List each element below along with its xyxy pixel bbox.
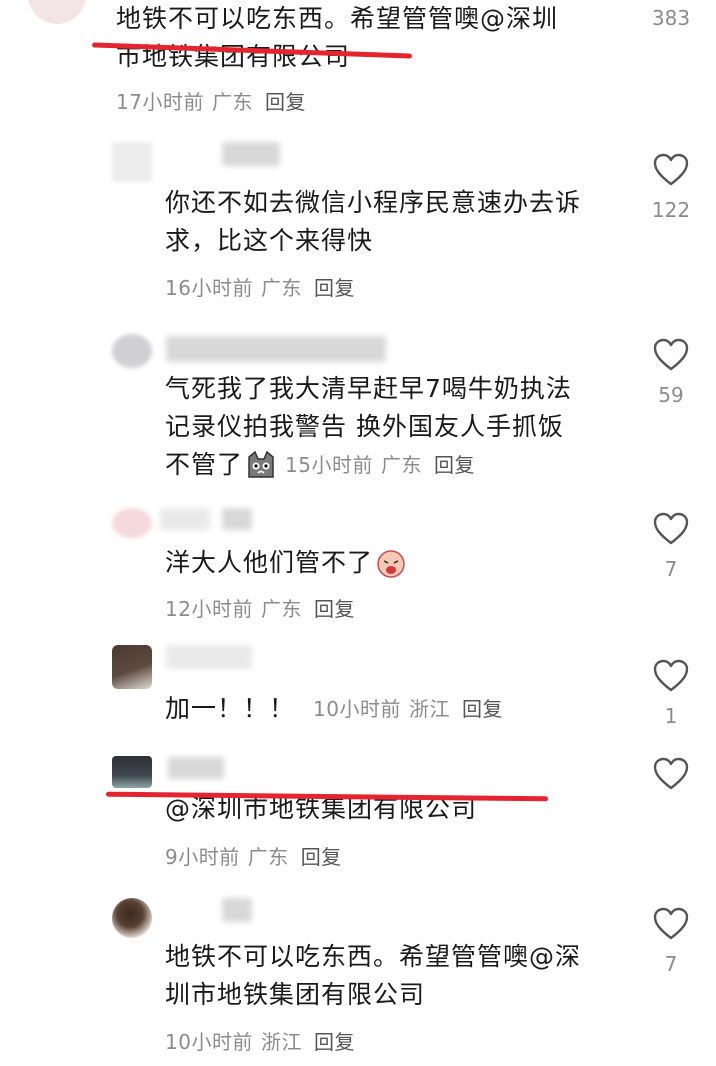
like-count: 7 [664, 557, 678, 581]
like-count: 1 [664, 704, 678, 728]
heart-outline-icon[interactable] [653, 907, 689, 941]
comment-text-line: 洋大人他们管不了 [165, 548, 374, 577]
comment-time: 15小时前 [285, 453, 373, 477]
comment-location: 浙江 [408, 697, 450, 721]
comment-time: 17小时前 [116, 90, 204, 114]
comment-meta: 15小时前 广东 回复 [285, 446, 475, 484]
comment-text-line: 地铁不可以吃东西。希望管管噢@深圳 [116, 4, 559, 33]
avatar[interactable] [112, 142, 152, 182]
comment-location: 广东 [260, 597, 302, 621]
comment-text-line: 不管了 [165, 450, 244, 479]
comment-location: 广东 [380, 453, 422, 477]
heart-outline-icon[interactable] [653, 757, 689, 791]
comment-text: 地铁不可以吃东西。希望管管噢@深圳 市地铁集团有限公司 [116, 0, 636, 76]
avatar[interactable] [112, 508, 152, 538]
like-count: 122 [651, 198, 691, 222]
comment-text-line: 求，比这个来得快 [165, 226, 374, 255]
comment-text-line: 圳市地铁集团有限公司 [165, 980, 426, 1009]
heart-outline-icon[interactable] [653, 338, 689, 372]
comment-text: 洋大人他们管不了 [165, 544, 625, 582]
comment-location: 广东 [260, 276, 302, 300]
comment-text-line: 地铁不可以吃东西。希望管管噢@深 [165, 942, 582, 971]
reply-button[interactable]: 回复 [301, 845, 342, 869]
like-count: 59 [658, 383, 684, 407]
comment-time: 10小时前 [313, 697, 401, 721]
comment-text: 地铁不可以吃东西。希望管管噢@深 圳市地铁集团有限公司 [165, 938, 625, 1014]
username-blurred[interactable] [166, 645, 252, 669]
reply-button[interactable]: 回复 [314, 1030, 355, 1054]
avatar[interactable] [28, 0, 86, 24]
comment-meta: 10小时前 浙江 回复 [313, 690, 503, 728]
reply-button[interactable]: 回复 [462, 697, 503, 721]
comment-text-line: 不管了 15小时前 广东 回复 [165, 446, 635, 484]
reply-button[interactable]: 回复 [265, 90, 306, 114]
heart-outline-icon[interactable] [653, 659, 689, 693]
comment-text-line: 加一！！！ [165, 694, 296, 723]
username-blurred[interactable] [160, 508, 210, 530]
comment-text-line: 你还不如去微信小程序民意速办去诉 [165, 188, 582, 217]
comment-time: 10小时前 [165, 1030, 253, 1054]
comment-time: 16小时前 [165, 276, 253, 300]
comment-location: 广东 [211, 90, 253, 114]
comment-meta: 16小时前 广东 回复 [165, 272, 355, 301]
avatar[interactable] [112, 334, 152, 368]
avatar[interactable] [112, 645, 152, 689]
comment-text: 你还不如去微信小程序民意速办去诉 求，比这个来得快 [165, 184, 625, 260]
crying-face-emoji [377, 550, 405, 578]
username-blurred[interactable] [222, 142, 280, 166]
comment-location: 广东 [247, 845, 289, 869]
comment-time: 12小时前 [165, 597, 253, 621]
comment-text: 加一！！！ 10小时前 浙江 回复 [165, 690, 503, 728]
reply-button[interactable]: 回复 [314, 597, 355, 621]
username-blurred[interactable] [222, 898, 252, 922]
username-blurred[interactable] [168, 757, 224, 779]
comment-meta: 10小时前 浙江 回复 [165, 1026, 355, 1055]
comment-text-line: 气死我了我大清早赶早7喝牛奶执法 [165, 374, 572, 403]
avatar[interactable] [112, 898, 152, 938]
heart-outline-icon[interactable] [653, 512, 689, 546]
heart-outline-icon[interactable] [653, 153, 689, 187]
cat-emoji [248, 450, 274, 478]
comment-text: 气死我了我大清早赶早7喝牛奶执法 记录仪拍我警告 换外国友人手抓饭 不管了 15… [165, 370, 635, 484]
like-count: 7 [664, 952, 678, 976]
like-count: 383 [651, 6, 691, 30]
username-blurred[interactable] [222, 508, 252, 530]
avatar[interactable] [112, 756, 152, 788]
comment-text-line: 记录仪拍我警告 换外国友人手抓饭 [165, 412, 564, 441]
reply-button[interactable]: 回复 [434, 453, 475, 477]
comment-meta: 12小时前 广东 回复 [165, 593, 355, 622]
comment-location: 浙江 [260, 1030, 302, 1054]
comment-meta: 17小时前 广东 回复 [116, 86, 306, 115]
username-blurred[interactable] [166, 336, 386, 362]
comment-meta: 9小时前 广东 回复 [165, 841, 342, 870]
comment-time: 9小时前 [165, 845, 240, 869]
reply-button[interactable]: 回复 [314, 276, 355, 300]
